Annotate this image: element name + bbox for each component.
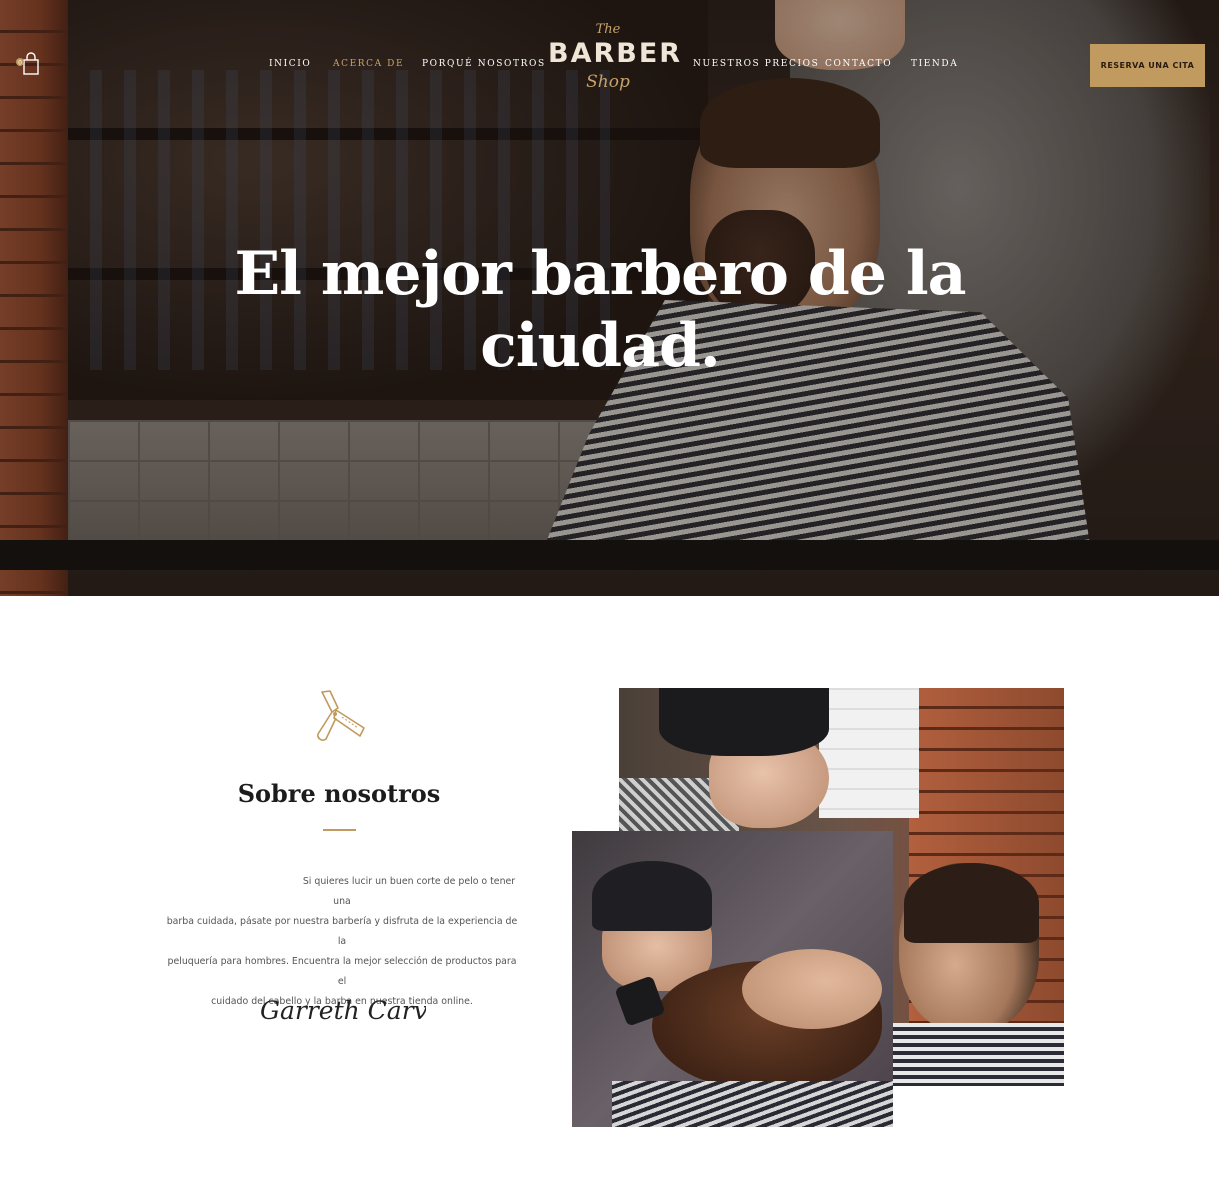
logo-barber-text: BARBER: [548, 38, 683, 69]
brand-logo[interactable]: The BARBER Shop: [548, 22, 683, 114]
hero-title-line2: ciudad.: [480, 311, 721, 381]
hero-section: 0 Inicio Acerca de Porqué nosotros The B…: [0, 0, 1219, 596]
cart-button[interactable]: 0: [14, 52, 44, 78]
razor-icon: [317, 690, 365, 741]
nav-item-inicio[interactable]: Inicio: [269, 59, 311, 69]
nav-item-tienda[interactable]: Tienda: [911, 59, 958, 69]
signature: Garreth Carver: [260, 996, 426, 1025]
title-divider: [323, 829, 356, 831]
cart-count: 0: [18, 60, 22, 67]
logo-shop-text: Shop: [586, 72, 630, 92]
photo-beanie: [659, 688, 829, 756]
nav-item-contacto[interactable]: Contacto: [825, 59, 892, 69]
about-text-line3: peluquería para hombres. Encuentra la me…: [167, 956, 517, 987]
photo-cape: [889, 1023, 1064, 1086]
about-title: Sobre nosotros: [237, 779, 441, 808]
photo-tiles: [819, 688, 919, 818]
logo-the-text: The: [595, 22, 621, 37]
about-text-line1: Si quieres lucir un buen corte de pelo o…: [302, 876, 516, 907]
about-text-line2: barba cuidada, pásate por nuestra barber…: [166, 916, 518, 947]
beard-trim-photo: [572, 831, 893, 1127]
nav-item-nuestros-precios[interactable]: Nuestros precios: [693, 59, 819, 69]
nav-item-acerca-de[interactable]: Acerca de: [333, 59, 404, 69]
nav-item-porque-nosotros[interactable]: Porqué nosotros: [422, 59, 546, 69]
photo-cape: [612, 1081, 893, 1127]
photo-customer-hair: [904, 863, 1039, 943]
hero-title-line1: El mejor barbero de la: [234, 239, 966, 309]
book-appointment-button[interactable]: Reserva una cita: [1090, 44, 1205, 87]
shopping-bag-icon: 0: [16, 52, 39, 75]
hero-title: El mejor barbero de la ciudad.: [200, 238, 1000, 382]
photo-beanie: [592, 861, 712, 931]
photo-customer-face: [742, 949, 882, 1029]
signature-text: Garreth Carver: [260, 996, 426, 1025]
